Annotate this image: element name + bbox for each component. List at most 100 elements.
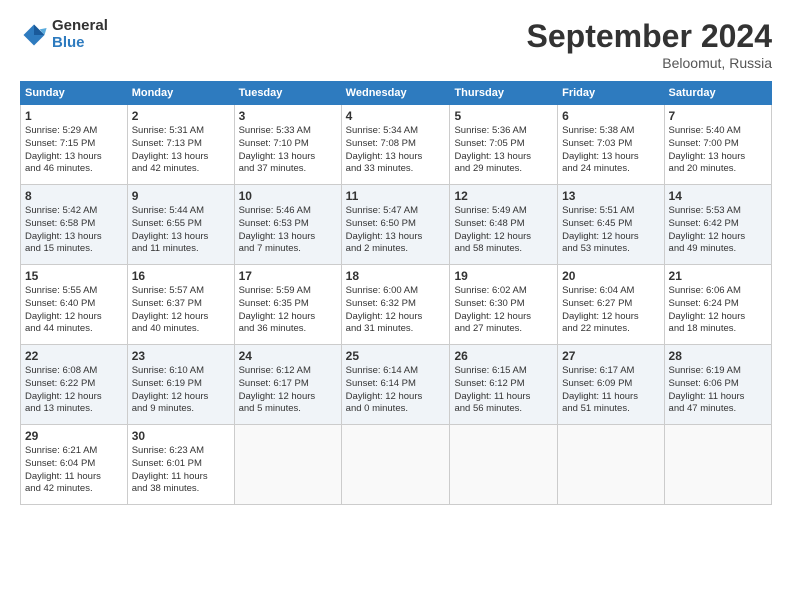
header-thursday: Thursday	[450, 82, 558, 105]
title-month: September 2024	[527, 18, 772, 55]
day-number: 14	[669, 189, 767, 203]
day-info: Sunrise: 6:02 AMSunset: 6:30 PMDaylight:…	[454, 285, 553, 336]
table-row: 23Sunrise: 6:10 AMSunset: 6:19 PMDayligh…	[127, 345, 234, 425]
day-info: Sunrise: 5:33 AMSunset: 7:10 PMDaylight:…	[239, 125, 337, 176]
table-row	[664, 425, 771, 505]
table-row: 8Sunrise: 5:42 AMSunset: 6:58 PMDaylight…	[21, 185, 128, 265]
page: General Blue September 2024 Beloomut, Ru…	[0, 0, 792, 612]
header-monday: Monday	[127, 82, 234, 105]
header-saturday: Saturday	[664, 82, 771, 105]
table-row: 2 Sunrise: 5:31 AMSunset: 7:13 PMDaylight…	[127, 105, 234, 185]
day-number: 25	[346, 349, 446, 363]
day-number: 19	[454, 269, 553, 283]
day-info: Sunrise: 5:38 AMSunset: 7:03 PMDaylight:…	[562, 125, 659, 176]
table-row: 6 Sunrise: 5:38 AMSunset: 7:03 PMDaylight…	[558, 105, 664, 185]
day-info: Sunrise: 6:08 AMSunset: 6:22 PMDaylight:…	[25, 365, 123, 416]
day-number: 6	[562, 109, 659, 123]
day-info: Sunrise: 6:10 AMSunset: 6:19 PMDaylight:…	[132, 365, 230, 416]
calendar-header-row: Sunday Monday Tuesday Wednesday Thursday…	[21, 82, 772, 105]
day-number: 16	[132, 269, 230, 283]
day-info: Sunrise: 5:57 AMSunset: 6:37 PMDaylight:…	[132, 285, 230, 336]
day-number: 20	[562, 269, 659, 283]
header-friday: Friday	[558, 82, 664, 105]
day-info: Sunrise: 5:29 AMSunset: 7:15 PMDaylight:…	[25, 125, 123, 176]
table-row	[450, 425, 558, 505]
table-row: 17 Sunrise: 5:59 AMSunset: 6:35 PMDayligh…	[234, 265, 341, 345]
day-info: Sunrise: 6:21 AMSunset: 6:04 PMDaylight:…	[25, 445, 123, 496]
calendar: Sunday Monday Tuesday Wednesday Thursday…	[20, 81, 772, 505]
day-number: 27	[562, 349, 659, 363]
header-sunday: Sunday	[21, 82, 128, 105]
table-row: 12Sunrise: 5:49 AMSunset: 6:48 PMDayligh…	[450, 185, 558, 265]
table-row: 3 Sunrise: 5:33 AMSunset: 7:10 PMDaylight…	[234, 105, 341, 185]
day-number: 4	[346, 109, 446, 123]
table-row: 1 Sunrise: 5:29 AMSunset: 7:15 PMDaylight…	[21, 105, 128, 185]
day-number: 2	[132, 109, 230, 123]
day-number: 17	[239, 269, 337, 283]
table-row: 19 Sunrise: 6:02 AMSunset: 6:30 PMDayligh…	[450, 265, 558, 345]
day-number: 18	[346, 269, 446, 283]
table-row: 11 Sunrise: 5:47 AMSunset: 6:50 PMDayligh…	[341, 185, 450, 265]
calendar-week-row: 15Sunrise: 5:55 AMSunset: 6:40 PMDayligh…	[21, 265, 772, 345]
day-number: 22	[25, 349, 123, 363]
day-info: Sunrise: 5:51 AMSunset: 6:45 PMDaylight:…	[562, 205, 659, 256]
calendar-week-row: 22 Sunrise: 6:08 AMSunset: 6:22 PMDayligh…	[21, 345, 772, 425]
day-number: 30	[132, 429, 230, 443]
day-info: Sunrise: 6:23 AMSunset: 6:01 PMDaylight:…	[132, 445, 230, 496]
header: General Blue September 2024 Beloomut, Ru…	[20, 18, 772, 71]
table-row: 20Sunrise: 6:04 AMSunset: 6:27 PMDayligh…	[558, 265, 664, 345]
day-number: 5	[454, 109, 553, 123]
day-info: Sunrise: 5:59 AMSunset: 6:35 PMDaylight:…	[239, 285, 337, 336]
day-info: Sunrise: 6:15 AMSunset: 6:12 PMDaylight:…	[454, 365, 553, 416]
table-row: 26Sunrise: 6:15 AMSunset: 6:12 PMDayligh…	[450, 345, 558, 425]
title-block: September 2024 Beloomut, Russia	[527, 18, 772, 71]
day-info: Sunrise: 5:31 AMSunset: 7:13 PMDaylight:…	[132, 125, 230, 176]
table-row: 9 Sunrise: 5:44 AMSunset: 6:55 PMDaylight…	[127, 185, 234, 265]
table-row: 29Sunrise: 6:21 AMSunset: 6:04 PMDayligh…	[21, 425, 128, 505]
logo-general-text: General	[52, 18, 108, 35]
day-info: Sunrise: 5:36 AMSunset: 7:05 PMDaylight:…	[454, 125, 553, 176]
day-number: 21	[669, 269, 767, 283]
logo-icon	[20, 21, 48, 49]
day-info: Sunrise: 6:06 AMSunset: 6:24 PMDaylight:…	[669, 285, 767, 336]
day-number: 12	[454, 189, 553, 203]
day-info: Sunrise: 5:55 AMSunset: 6:40 PMDaylight:…	[25, 285, 123, 336]
day-number: 3	[239, 109, 337, 123]
table-row: 24 Sunrise: 6:12 AMSunset: 6:17 PMDayligh…	[234, 345, 341, 425]
day-info: Sunrise: 5:44 AMSunset: 6:55 PMDaylight:…	[132, 205, 230, 256]
header-tuesday: Tuesday	[234, 82, 341, 105]
calendar-week-row: 29Sunrise: 6:21 AMSunset: 6:04 PMDayligh…	[21, 425, 772, 505]
day-number: 24	[239, 349, 337, 363]
table-row	[341, 425, 450, 505]
day-info: Sunrise: 5:34 AMSunset: 7:08 PMDaylight:…	[346, 125, 446, 176]
day-number: 7	[669, 109, 767, 123]
day-number: 9	[132, 189, 230, 203]
table-row	[558, 425, 664, 505]
day-number: 1	[25, 109, 123, 123]
day-info: Sunrise: 6:17 AMSunset: 6:09 PMDaylight:…	[562, 365, 659, 416]
table-row: 22 Sunrise: 6:08 AMSunset: 6:22 PMDayligh…	[21, 345, 128, 425]
table-row: 28Sunrise: 6:19 AMSunset: 6:06 PMDayligh…	[664, 345, 771, 425]
day-number: 13	[562, 189, 659, 203]
table-row: 15Sunrise: 5:55 AMSunset: 6:40 PMDayligh…	[21, 265, 128, 345]
table-row: 10Sunrise: 5:46 AMSunset: 6:53 PMDayligh…	[234, 185, 341, 265]
table-row: 5 Sunrise: 5:36 AMSunset: 7:05 PMDaylight…	[450, 105, 558, 185]
day-info: Sunrise: 5:53 AMSunset: 6:42 PMDaylight:…	[669, 205, 767, 256]
table-row: 16 Sunrise: 5:57 AMSunset: 6:37 PMDayligh…	[127, 265, 234, 345]
day-number: 11	[346, 189, 446, 203]
day-info: Sunrise: 5:40 AMSunset: 7:00 PMDaylight:…	[669, 125, 767, 176]
logo: General Blue	[20, 18, 108, 51]
logo-blue-text: Blue	[52, 35, 108, 52]
day-info: Sunrise: 6:12 AMSunset: 6:17 PMDaylight:…	[239, 365, 337, 416]
table-row	[234, 425, 341, 505]
logo-text: General Blue	[52, 18, 108, 51]
day-info: Sunrise: 5:47 AMSunset: 6:50 PMDaylight:…	[346, 205, 446, 256]
day-info: Sunrise: 6:00 AMSunset: 6:32 PMDaylight:…	[346, 285, 446, 336]
day-number: 8	[25, 189, 123, 203]
table-row: 30 Sunrise: 6:23 AMSunset: 6:01 PMDayligh…	[127, 425, 234, 505]
table-row: 7 Sunrise: 5:40 AMSunset: 7:00 PMDaylight…	[664, 105, 771, 185]
day-number: 10	[239, 189, 337, 203]
table-row: 13 Sunrise: 5:51 AMSunset: 6:45 PMDayligh…	[558, 185, 664, 265]
day-info: Sunrise: 6:14 AMSunset: 6:14 PMDaylight:…	[346, 365, 446, 416]
table-row: 18 Sunrise: 6:00 AMSunset: 6:32 PMDayligh…	[341, 265, 450, 345]
